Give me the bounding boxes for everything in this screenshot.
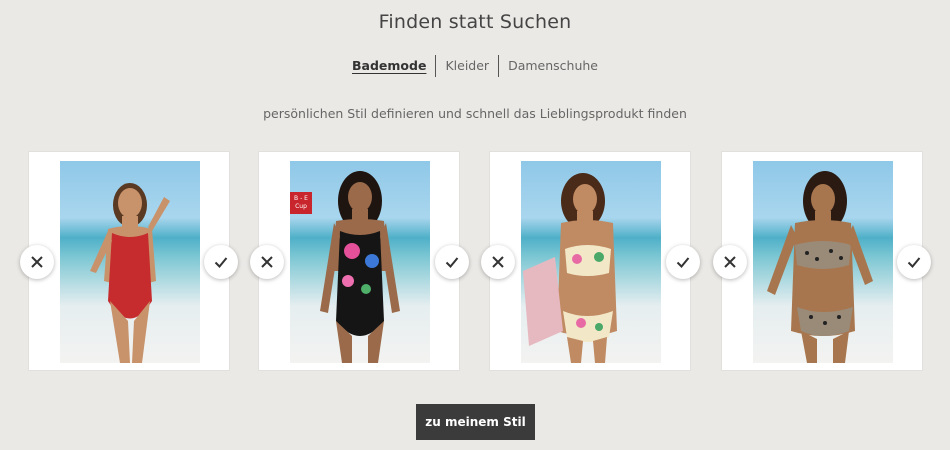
reject-button[interactable] [481, 245, 515, 279]
accept-button[interactable] [666, 245, 700, 279]
cup-size-badge: B - E Cup [290, 192, 312, 214]
tab-kleider[interactable]: Kleider [436, 55, 498, 77]
product-card [490, 152, 690, 370]
tab-damenschuhe[interactable]: Damenschuhe [499, 55, 607, 77]
reject-button[interactable] [250, 245, 284, 279]
accept-button[interactable] [204, 245, 238, 279]
reject-button[interactable] [20, 245, 54, 279]
product-image-leopard-bikini[interactable] [753, 161, 893, 363]
product-card: B - E Cup [259, 152, 459, 370]
tab-bademode[interactable]: Bademode [343, 55, 435, 77]
close-icon [31, 256, 43, 268]
check-icon [214, 257, 228, 268]
product-image-floral-bikini[interactable] [521, 161, 661, 363]
product-card [29, 152, 229, 370]
page-title: Finden statt Suchen [378, 11, 572, 33]
check-icon [676, 257, 690, 268]
close-icon [261, 256, 273, 268]
accept-button[interactable] [897, 245, 931, 279]
product-image-black-floral-swimsuit[interactable]: B - E Cup [290, 161, 430, 363]
subtitle: persönlichen Stil definieren und schnell… [263, 106, 687, 121]
reject-button[interactable] [713, 245, 747, 279]
check-icon [907, 257, 921, 268]
product-image-red-swimsuit[interactable] [60, 161, 200, 363]
category-tabs: Bademode Kleider Damenschuhe [0, 55, 950, 77]
accept-button[interactable] [435, 245, 469, 279]
close-icon [724, 256, 736, 268]
check-icon [445, 257, 459, 268]
product-card [722, 152, 922, 370]
my-style-button[interactable]: zu meinem Stil [416, 404, 535, 440]
close-icon [492, 256, 504, 268]
